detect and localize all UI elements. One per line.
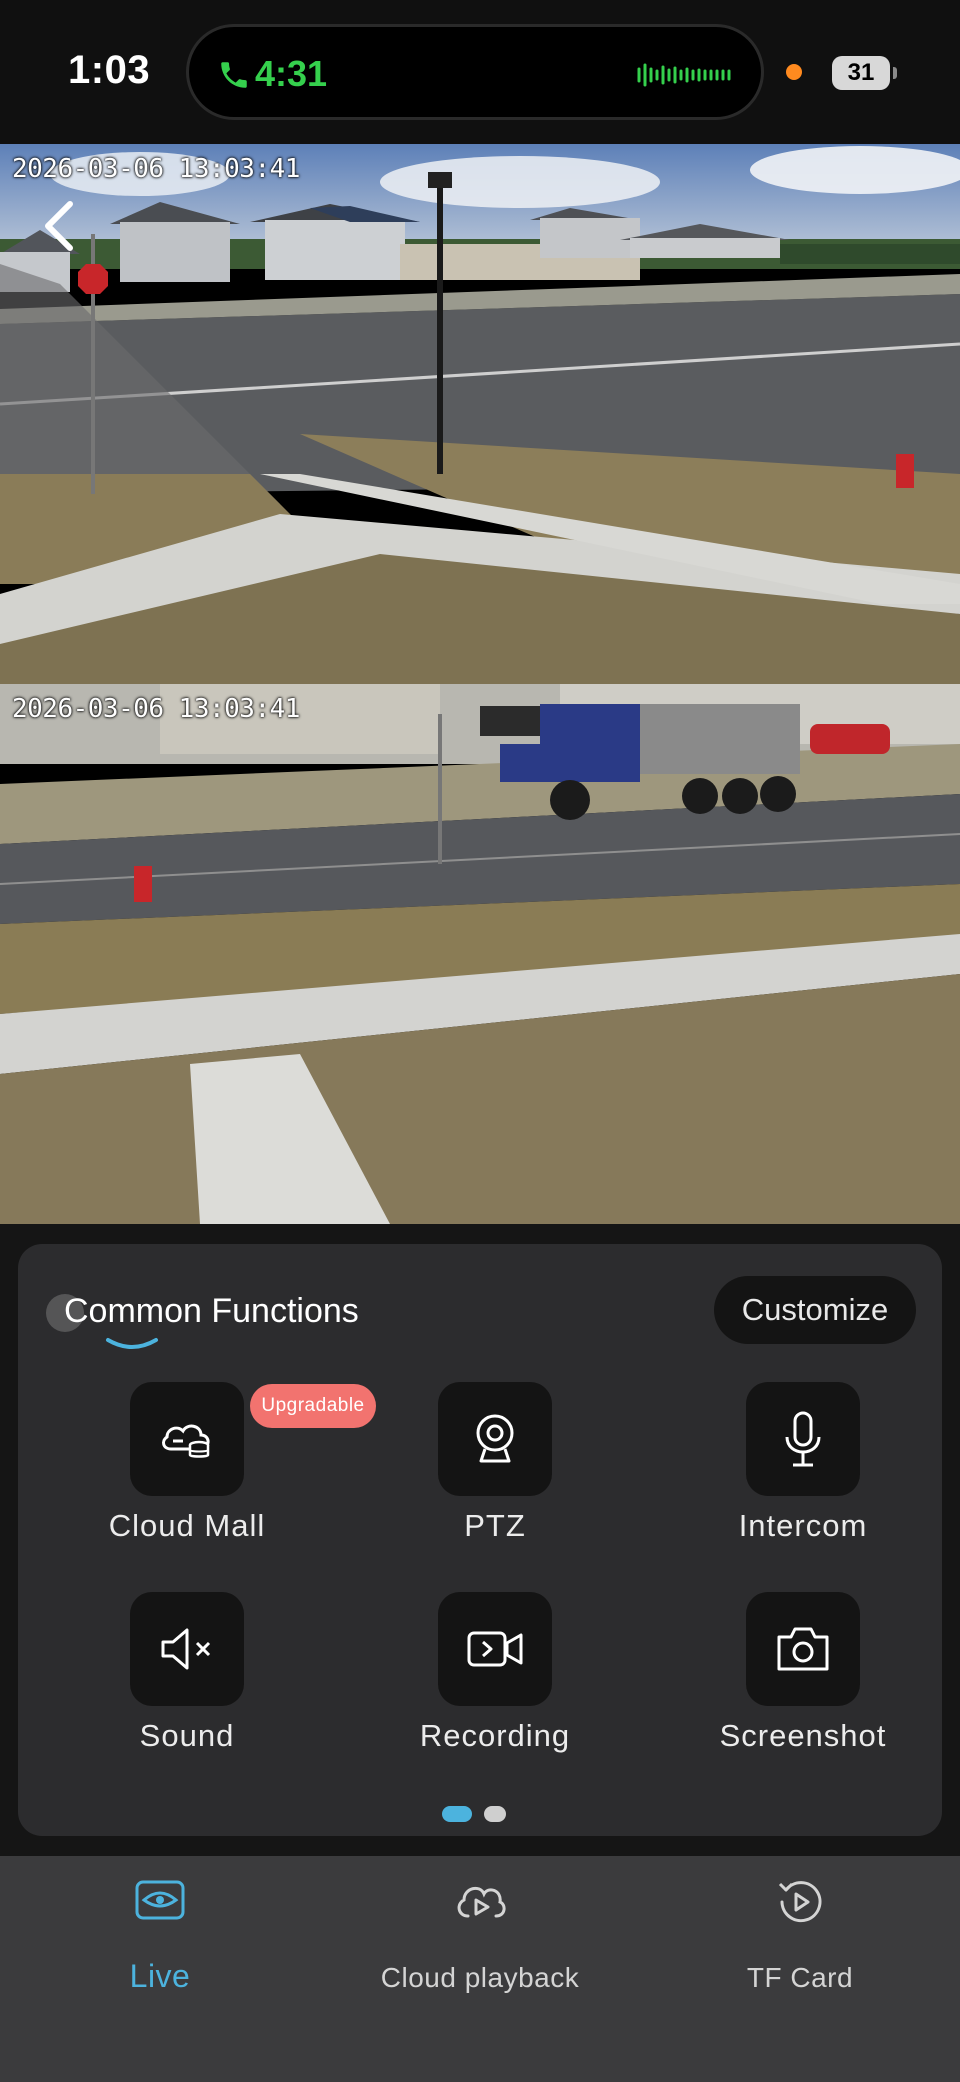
video-record-icon: [438, 1592, 552, 1706]
screenshot-button[interactable]: Screenshot: [688, 1592, 928, 1782]
title-underline: [106, 1338, 158, 1349]
microphone-icon: [746, 1382, 860, 1496]
tab-tf-card[interactable]: TF Card: [670, 1876, 930, 1996]
function-label: Screenshot: [719, 1718, 887, 1753]
replay-icon: [778, 1881, 822, 1923]
cloud-mall-button[interactable]: Cloud Mall Upgradable: [72, 1382, 376, 1572]
tab-label: TF Card: [746, 1962, 854, 1993]
function-label: PTZ: [464, 1508, 526, 1543]
feed-timestamp: 2026-03-06 13:03:41: [12, 154, 300, 184]
street-scene-image: [0, 684, 960, 1224]
camera-feed-2[interactable]: 2026-03-06 13:03:41: [0, 684, 960, 1224]
common-functions-panel: Common Functions Customize Cloud Mall Up…: [18, 1244, 942, 1836]
audio-waveform-icon: [637, 63, 731, 87]
function-label: Recording: [419, 1718, 571, 1753]
cloud-storage-icon: [130, 1382, 244, 1496]
cloud-play-icon: [457, 1886, 506, 1918]
customize-button[interactable]: Customize: [714, 1276, 916, 1344]
upgradable-badge: Upgradable: [250, 1384, 376, 1428]
tab-cloud-playback[interactable]: Cloud playback: [350, 1876, 610, 1996]
camera-icon: [746, 1592, 860, 1706]
page-dot-active[interactable]: [442, 1806, 472, 1822]
tab-live[interactable]: Live: [30, 1876, 290, 1996]
status-time: 1:03: [68, 48, 151, 92]
intercom-button[interactable]: Intercom: [688, 1382, 928, 1572]
eye-icon: [135, 1880, 185, 1920]
battery-tip: [893, 67, 897, 79]
active-call-pill[interactable]: 4:31: [186, 24, 764, 120]
call-duration: 4:31: [255, 53, 328, 94]
back-arrow-icon[interactable]: [38, 196, 82, 256]
feed-timestamp: 2026-03-06 13:03:41: [12, 694, 300, 724]
page-dot[interactable]: [484, 1806, 506, 1822]
bottom-tab-bar: Live Cloud playback TF Card: [0, 1856, 960, 2082]
recording-button[interactable]: Recording: [380, 1592, 620, 1782]
speaker-muted-icon: [130, 1592, 244, 1706]
status-bar: 1:03 4:31 31: [0, 0, 960, 144]
webcam-icon: [438, 1382, 552, 1496]
page-indicator[interactable]: [442, 1806, 522, 1822]
function-label: Sound: [139, 1718, 235, 1753]
tab-label: Cloud playback: [380, 1962, 580, 1993]
sound-button[interactable]: Sound: [72, 1592, 312, 1782]
tab-label: Live: [129, 1958, 191, 1994]
camera-in-use-indicator: [786, 64, 802, 80]
street-scene-image: [0, 144, 960, 684]
phone-icon: [221, 62, 247, 88]
battery-icon: 31: [832, 56, 890, 90]
function-label: Cloud Mall: [108, 1508, 266, 1543]
function-label: Intercom: [738, 1508, 868, 1543]
ptz-button[interactable]: PTZ: [380, 1382, 620, 1572]
panel-title: Common Functions: [64, 1292, 359, 1330]
camera-feed-1[interactable]: 2026-03-06 13:03:41: [0, 144, 960, 684]
